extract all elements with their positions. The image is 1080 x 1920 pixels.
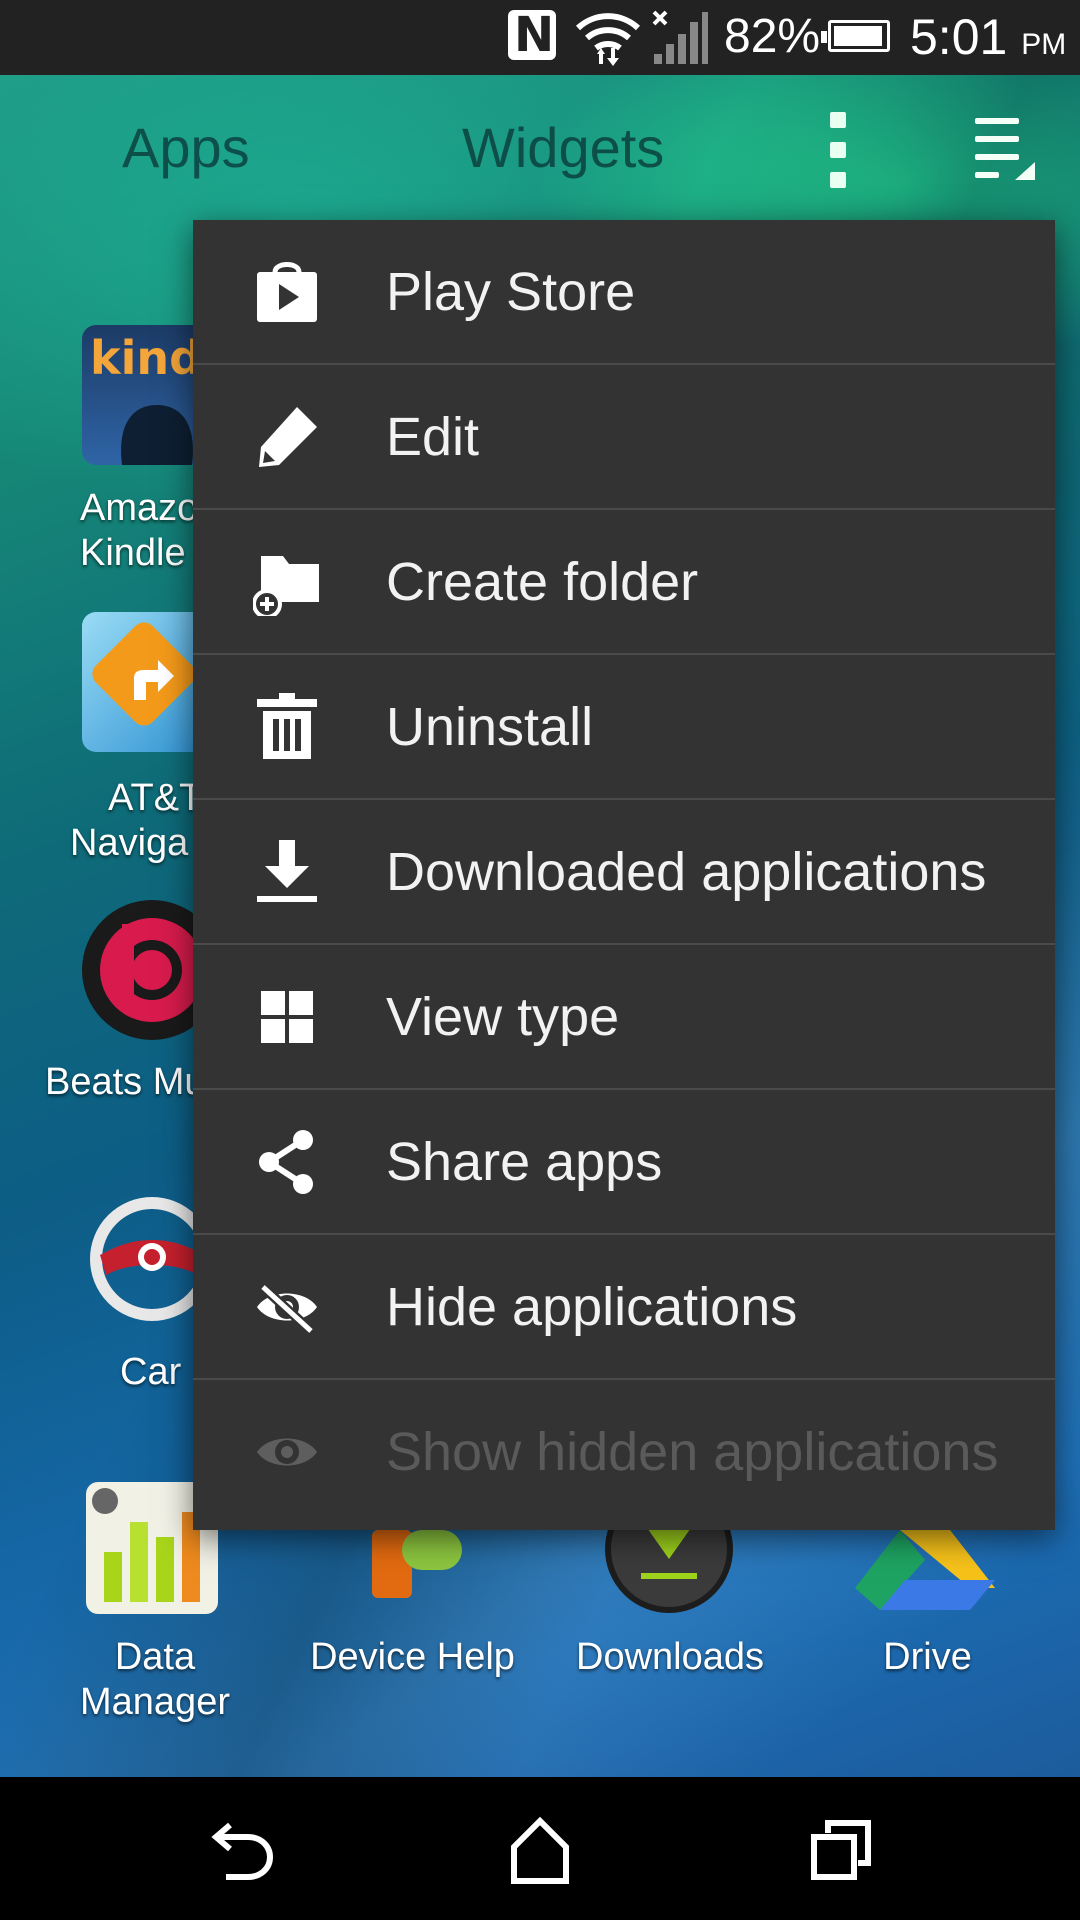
downloads-icon (605, 1525, 733, 1613)
menu-item-share-apps[interactable]: Share apps (193, 1090, 1055, 1235)
tab-apps[interactable]: Apps (122, 115, 250, 180)
menu-item-hide-applications[interactable]: Hide applications (193, 1235, 1055, 1380)
download-icon (253, 838, 321, 906)
back-icon[interactable] (200, 1811, 280, 1887)
app-label: Amazo (80, 487, 199, 529)
menu-item-play-store[interactable]: Play Store (193, 220, 1055, 365)
app-label: Beats Mu (45, 1061, 206, 1103)
battery-icon (821, 20, 890, 52)
menu-label: Play Store (386, 262, 636, 322)
grid-icon (253, 983, 321, 1051)
battery-percent: 82% (724, 10, 821, 63)
more-vert-icon[interactable] (820, 112, 856, 188)
clock: 5:01 PM (910, 9, 1067, 65)
menu-item-show-hidden-applications: Show hidden applications (193, 1380, 1055, 1525)
menu-item-uninstall[interactable]: Uninstall (193, 655, 1055, 800)
app-label: Drive (883, 1636, 972, 1678)
menu-label: Edit (386, 407, 480, 467)
app-label: Device Help (310, 1636, 515, 1678)
eye-icon (253, 1418, 321, 1486)
status-bar: N 82% 5:01 PM (0, 0, 1080, 75)
pencil-icon (253, 403, 321, 471)
navigation-bar (0, 1777, 1080, 1920)
menu-label: Create folder (386, 552, 699, 612)
menu-label: Hide applications (386, 1277, 798, 1337)
menu-item-create-folder[interactable]: Create folder (193, 510, 1055, 655)
menu-label: Show hidden applications (386, 1422, 999, 1482)
nfc-icon: N (508, 10, 556, 60)
menu-label: Share apps (386, 1132, 663, 1192)
eye-off-icon (253, 1273, 321, 1341)
wifi-icon (575, 8, 641, 73)
menu-item-view-type[interactable]: View type (193, 945, 1055, 1090)
app-label: Kindle (80, 532, 186, 574)
signal-no-service-icon (650, 8, 710, 73)
share-icon (253, 1128, 321, 1196)
app-label: Downloads (576, 1636, 764, 1678)
app-label: Naviga (70, 822, 189, 864)
menu-item-edit[interactable]: Edit (193, 365, 1055, 510)
sort-list-icon[interactable] (975, 118, 1035, 180)
app-label: Manager (80, 1681, 230, 1723)
device-help-icon (372, 1530, 462, 1600)
trash-icon (253, 693, 321, 761)
menu-label: Uninstall (386, 697, 594, 757)
app-label: AT&T (108, 777, 203, 819)
overflow-menu: Play Store Edit Create folder Uninstall … (193, 220, 1055, 1530)
create-folder-icon (252, 548, 321, 619)
menu-item-downloaded-applications[interactable]: Downloaded applications (193, 800, 1055, 945)
drive-icon (855, 1530, 995, 1610)
tab-widgets[interactable]: Widgets (462, 115, 664, 180)
home-icon[interactable] (500, 1811, 580, 1887)
app-label: Data (114, 1636, 196, 1678)
play-store-icon (253, 258, 321, 326)
recents-icon[interactable] (800, 1811, 880, 1887)
menu-label: View type (386, 987, 620, 1047)
menu-label: Downloaded applications (386, 842, 987, 902)
